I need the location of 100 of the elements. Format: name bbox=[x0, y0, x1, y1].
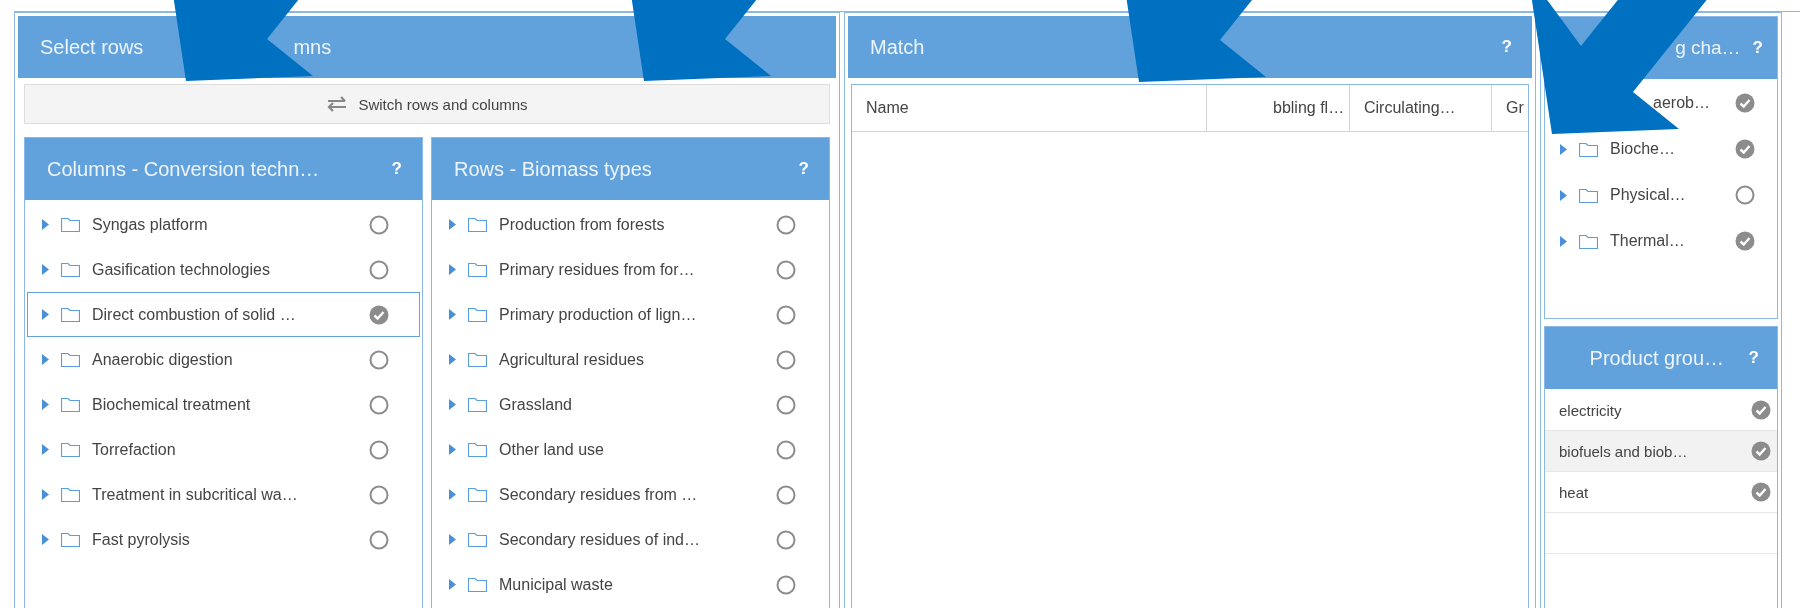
tree-item[interactable]: Torrefaction bbox=[27, 427, 420, 472]
panel-title: Product grou… bbox=[1588, 346, 1726, 370]
folder-icon bbox=[468, 442, 487, 457]
column-header[interactable]: Circulating… bbox=[1350, 85, 1492, 131]
list-item[interactable]: heat bbox=[1545, 472, 1777, 513]
folder-icon bbox=[468, 307, 487, 322]
folder-icon bbox=[61, 442, 80, 457]
radio-circle-icon[interactable] bbox=[1735, 185, 1755, 205]
panel-title: mns bbox=[293, 35, 332, 58]
caret-icon[interactable] bbox=[449, 579, 456, 590]
tree-item[interactable]: Syngas platform bbox=[27, 202, 420, 247]
folder-icon bbox=[61, 352, 80, 367]
tree-item[interactable]: Fast pyrolysis bbox=[27, 517, 420, 562]
folder-icon bbox=[61, 262, 80, 277]
check-icon[interactable] bbox=[369, 304, 389, 325]
check-icon[interactable] bbox=[1735, 231, 1755, 251]
caret-icon[interactable] bbox=[449, 489, 456, 500]
folder-icon bbox=[468, 577, 487, 592]
radio-circle-icon[interactable] bbox=[369, 349, 389, 370]
caret-icon[interactable] bbox=[42, 309, 49, 320]
tree-item[interactable]: Municipal waste bbox=[434, 562, 827, 607]
tree-item[interactable]: Primary residues from for… bbox=[434, 247, 827, 292]
check-icon[interactable] bbox=[1751, 400, 1771, 420]
folder-icon bbox=[61, 487, 80, 502]
tree-item[interactable]: Bioche… bbox=[1545, 126, 1777, 172]
radio-circle-icon[interactable] bbox=[369, 394, 389, 415]
tree-item[interactable]: Grassland bbox=[434, 382, 827, 427]
caret-icon[interactable] bbox=[449, 354, 456, 365]
tree-item[interactable]: Production from forests bbox=[434, 202, 827, 247]
radio-circle-icon[interactable] bbox=[369, 214, 389, 235]
radio-circle-icon[interactable] bbox=[369, 259, 389, 280]
radio-circle-icon[interactable] bbox=[369, 529, 389, 550]
column-header[interactable]: Gr bbox=[1492, 85, 1528, 131]
caret-icon[interactable] bbox=[449, 444, 456, 455]
radio-circle-icon[interactable] bbox=[776, 484, 796, 505]
folder-icon bbox=[61, 397, 80, 412]
radio-circle-icon[interactable] bbox=[776, 304, 796, 325]
tree-item[interactable]: Biochemical treatment bbox=[27, 382, 420, 427]
radio-circle-icon[interactable] bbox=[776, 439, 796, 460]
radio-circle-icon[interactable] bbox=[776, 349, 796, 370]
folder-icon bbox=[468, 217, 487, 232]
folder-icon bbox=[61, 307, 80, 322]
radio-circle-icon[interactable] bbox=[776, 394, 796, 415]
caret-icon[interactable] bbox=[42, 489, 49, 500]
radio-circle-icon[interactable] bbox=[776, 259, 796, 280]
radio-circle-icon[interactable] bbox=[369, 484, 389, 505]
tree-item[interactable]: Treatment in subcritical wa… bbox=[27, 472, 420, 517]
folder-icon bbox=[1579, 187, 1598, 203]
swap-icon bbox=[326, 96, 349, 112]
caret-icon[interactable] bbox=[449, 309, 456, 320]
caret-icon[interactable] bbox=[42, 534, 49, 545]
caret-icon[interactable] bbox=[449, 534, 456, 545]
tree-item[interactable]: Physical… bbox=[1545, 172, 1777, 218]
caret-icon[interactable] bbox=[42, 444, 49, 455]
check-icon[interactable] bbox=[1735, 93, 1755, 113]
caret-icon[interactable] bbox=[1560, 235, 1567, 247]
folder-icon bbox=[1579, 141, 1598, 157]
panel-title: Rows - Biomass types bbox=[454, 157, 653, 181]
caret-icon[interactable] bbox=[1560, 143, 1567, 155]
folder-icon bbox=[61, 532, 80, 547]
panel-title: g cha… bbox=[1674, 37, 1742, 59]
folder-icon bbox=[468, 487, 487, 502]
tree-item[interactable]: Anaerobic digestion bbox=[27, 337, 420, 382]
folder-icon bbox=[468, 352, 487, 367]
caret-icon[interactable] bbox=[42, 399, 49, 410]
tree-item[interactable]: Other land use bbox=[434, 427, 827, 472]
caret-icon[interactable] bbox=[1560, 189, 1567, 201]
radio-circle-icon[interactable] bbox=[776, 574, 796, 595]
tree-item[interactable]: Thermal… bbox=[1545, 218, 1777, 264]
panel-title: Columns - Conversion techn… bbox=[47, 157, 321, 181]
caret-icon[interactable] bbox=[449, 264, 456, 275]
tree-item[interactable]: Direct combustion of solid … bbox=[27, 292, 420, 337]
radio-circle-icon[interactable] bbox=[776, 214, 796, 235]
panel-title: Select rows bbox=[40, 35, 144, 58]
folder-icon bbox=[1579, 233, 1598, 249]
panel-title: Match bbox=[870, 35, 926, 59]
tree-item[interactable]: Primary production of lign… bbox=[434, 292, 827, 337]
folder-icon bbox=[468, 397, 487, 412]
tree-item[interactable]: Secondary residues of ind… bbox=[434, 517, 827, 562]
tree-item-label[interactable]: aerob… bbox=[1653, 94, 1723, 112]
radio-circle-icon[interactable] bbox=[776, 529, 796, 550]
caret-icon[interactable] bbox=[42, 354, 49, 365]
column-header[interactable]: Name bbox=[852, 85, 1207, 131]
folder-icon bbox=[468, 532, 487, 547]
caret-icon[interactable] bbox=[449, 399, 456, 410]
check-icon[interactable] bbox=[1751, 441, 1771, 461]
switch-button[interactable]: Switch rows and columns bbox=[24, 84, 830, 124]
tree-item[interactable]: Agricultural residues bbox=[434, 337, 827, 382]
caret-icon[interactable] bbox=[42, 264, 49, 275]
check-icon[interactable] bbox=[1751, 482, 1771, 502]
check-icon[interactable] bbox=[1735, 139, 1755, 159]
folder-icon bbox=[61, 217, 80, 232]
caret-icon[interactable] bbox=[449, 219, 456, 230]
tree-item[interactable]: Secondary residues from … bbox=[434, 472, 827, 517]
list-item[interactable]: biofuels and biob… bbox=[1545, 431, 1777, 472]
radio-circle-icon[interactable] bbox=[369, 439, 389, 460]
column-header[interactable]: bbling fl… bbox=[1207, 85, 1350, 131]
folder-icon bbox=[468, 262, 487, 277]
caret-icon[interactable] bbox=[42, 219, 49, 230]
tree-item[interactable]: Gasification technologies bbox=[27, 247, 420, 292]
